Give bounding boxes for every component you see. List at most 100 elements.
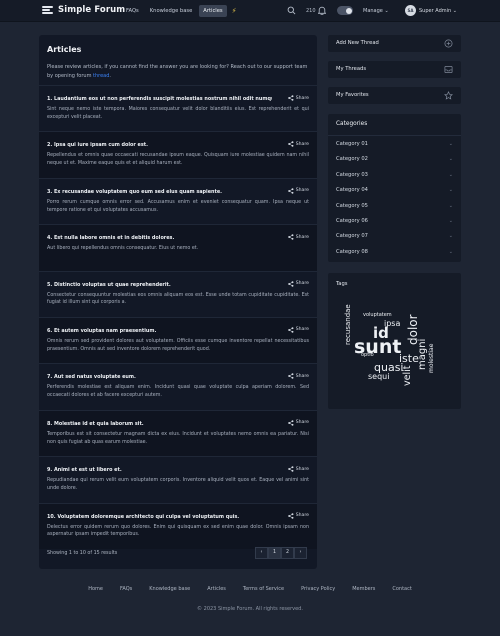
category-label: Category 07 bbox=[336, 233, 368, 240]
article-excerpt: Repudiandae qui rerum velit eum voluptat… bbox=[47, 478, 309, 491]
share-button[interactable]: Share bbox=[287, 327, 309, 333]
category-item[interactable]: Category 03 ⌄ bbox=[336, 172, 453, 178]
avatar[interactable]: SA bbox=[405, 5, 416, 16]
article-title[interactable]: 9. Animi et est ut libero et. bbox=[47, 467, 272, 473]
footer-link[interactable]: Members bbox=[352, 586, 375, 592]
category-item[interactable]: Category 07 ⌄ bbox=[336, 233, 453, 239]
share-icon bbox=[287, 95, 294, 101]
category-item[interactable]: Category 06 ⌄ bbox=[336, 218, 453, 224]
bolt-icon[interactable]: ⚡ bbox=[232, 7, 237, 15]
article-row[interactable]: 2. Ipsa qui iure ipsam cum dolor est. Sha… bbox=[39, 131, 317, 178]
category-item[interactable]: Category 05 ⌄ bbox=[336, 203, 453, 209]
share-button[interactable]: Share bbox=[287, 234, 309, 240]
footer-link[interactable]: Terms of Service bbox=[243, 586, 284, 592]
article-title[interactable]: 8. Molestiae id et quia laborum sit. bbox=[47, 421, 272, 427]
share-button[interactable]: Share bbox=[287, 280, 309, 287]
article-title[interactable]: 1. Laudantium eos ut non perferendis sus… bbox=[47, 96, 272, 102]
article-title[interactable]: 7. Aut sed natus voluptate eum. bbox=[47, 374, 272, 380]
share-label: Share bbox=[295, 95, 309, 101]
search-icon[interactable] bbox=[287, 6, 296, 15]
footer-link[interactable]: Knowledge base bbox=[149, 586, 190, 592]
share-icon bbox=[287, 234, 294, 240]
user-menu[interactable]: Super Admin ⌄ bbox=[419, 8, 457, 14]
chevron-down-icon: ⌄ bbox=[448, 187, 453, 194]
thread-link[interactable]: thread bbox=[93, 73, 109, 79]
manage-dropdown[interactable]: Manage ⌄ bbox=[363, 8, 389, 14]
theme-toggle[interactable] bbox=[337, 6, 353, 15]
copyright: © 2023 Simple Forum. All rights reserved… bbox=[197, 606, 303, 612]
tag-recusandae[interactable]: recusandae bbox=[344, 304, 352, 345]
tag-voluptatem[interactable]: voluptatem bbox=[363, 313, 392, 318]
share-icon bbox=[287, 373, 294, 380]
footer-links: Home FAQs Knowledge base Articles Terms of S… bbox=[0, 586, 500, 592]
article-row[interactable]: 3. Ex recusandae voluptatem quo eum sed … bbox=[39, 177, 317, 224]
article-row[interactable]: 6. Et autem voluptas nam praesentium. Sha… bbox=[39, 316, 317, 364]
category-item[interactable]: Category 04 ⌄ bbox=[336, 187, 453, 193]
article-row[interactable]: 4. Est nulla labore omnis et in debitis … bbox=[39, 224, 317, 271]
share-label: Share bbox=[295, 327, 309, 333]
chevron-down-icon: ⌄ bbox=[448, 218, 453, 224]
tag-velit[interactable]: velit bbox=[402, 366, 413, 386]
my-favorites-label: My Favorites bbox=[336, 92, 369, 98]
share-button[interactable]: Share bbox=[287, 512, 309, 519]
article-title[interactable]: 10. Voluptatem doloremque architecto qui… bbox=[47, 514, 272, 520]
chevron-down-icon: ⌄ bbox=[448, 156, 453, 163]
pagination-page-1[interactable]: 1 bbox=[268, 547, 281, 559]
brand-logo[interactable]: Simple Forum bbox=[42, 5, 125, 15]
tag-sequi[interactable]: sequi bbox=[368, 373, 389, 381]
article-row[interactable]: 10. Voluptatem doloremque architecto qui… bbox=[39, 502, 317, 549]
my-threads-button[interactable]: My Threads bbox=[328, 61, 461, 78]
article-row[interactable]: 9. Animi et est ut libero et. Share Repudi… bbox=[39, 456, 317, 502]
share-label: Share bbox=[295, 466, 309, 472]
tag-optio[interactable]: optio bbox=[361, 353, 374, 358]
article-row[interactable]: 8. Molestiae id et quia laborum sit. Shar… bbox=[39, 409, 317, 457]
footer-link[interactable]: FAQs bbox=[120, 586, 132, 592]
chevron-down-icon: ⌄ bbox=[448, 202, 453, 209]
category-item[interactable]: Category 01 ⌄ bbox=[336, 141, 453, 147]
nav-knowledge-base[interactable]: Knowledge base bbox=[146, 5, 197, 17]
share-label: Share bbox=[295, 141, 309, 147]
footer-link[interactable]: Contact bbox=[392, 586, 411, 592]
share-button[interactable]: Share bbox=[287, 188, 309, 194]
share-icon bbox=[287, 280, 294, 287]
pagination-prev[interactable]: ‹ bbox=[255, 547, 268, 559]
nav-articles[interactable]: Articles bbox=[199, 5, 227, 17]
nav-faqs[interactable]: FAQs bbox=[122, 5, 143, 17]
category-item[interactable]: Category 02 ⌄ bbox=[336, 156, 453, 162]
categories-panel: Categories Category 01 ⌄ Category 02 ⌄ Categ… bbox=[328, 114, 461, 262]
tag-molestiae[interactable]: molestiae bbox=[428, 344, 435, 373]
footer-link[interactable]: Articles bbox=[207, 586, 226, 592]
share-icon bbox=[287, 512, 294, 519]
notification-count: 210 bbox=[306, 8, 316, 14]
share-label: Share bbox=[295, 188, 309, 194]
share-button[interactable]: Share bbox=[287, 95, 309, 101]
article-row[interactable]: 1. Laudantium eos ut non perferendis sus… bbox=[39, 85, 317, 131]
footer-link[interactable]: Home bbox=[88, 586, 103, 592]
article-title[interactable]: 4. Est nulla labore omnis et in debitis … bbox=[47, 235, 272, 241]
share-button[interactable]: Share bbox=[287, 141, 309, 148]
pagination: ‹ 1 2 › bbox=[255, 547, 307, 559]
article-title[interactable]: 5. Distinctio voluptas ut quae reprehend… bbox=[47, 282, 272, 288]
article-row[interactable]: 7. Aut sed natus voluptate eum. Share Perf… bbox=[39, 363, 317, 409]
tag-magni[interactable]: magni bbox=[417, 339, 428, 370]
article-title[interactable]: 6. Et autem voluptas nam praesentium. bbox=[47, 328, 272, 334]
share-icon bbox=[287, 188, 294, 194]
share-button[interactable]: Share bbox=[287, 419, 309, 426]
pagination-next[interactable]: › bbox=[294, 547, 307, 559]
pagination-page-2[interactable]: 2 bbox=[281, 547, 294, 559]
my-favorites-button[interactable]: My Favorites bbox=[328, 87, 461, 104]
category-item[interactable]: Category 08 ⌄ bbox=[336, 249, 453, 255]
top-navigation-bar: Simple Forum FAQs Knowledge base Article… bbox=[0, 0, 500, 22]
article-row[interactable]: 5. Distinctio voluptas ut quae reprehend… bbox=[39, 270, 317, 317]
share-icon bbox=[287, 466, 294, 472]
share-button[interactable]: Share bbox=[287, 373, 309, 380]
chevron-down-icon: ⌄ bbox=[452, 8, 457, 14]
share-button[interactable]: Share bbox=[287, 466, 309, 472]
article-excerpt: Delectus error quidem rerum quo dolores.… bbox=[47, 524, 309, 538]
article-title[interactable]: 2. Ipsa qui iure ipsam cum dolor est. bbox=[47, 142, 272, 148]
article-title[interactable]: 3. Ex recusandae voluptatem quo eum sed … bbox=[47, 189, 272, 195]
bell-icon[interactable] bbox=[318, 6, 326, 15]
chevron-down-icon: ⌄ bbox=[448, 248, 453, 255]
footer-link[interactable]: Privacy Policy bbox=[301, 586, 335, 592]
add-thread-button[interactable]: Add New Thread bbox=[328, 35, 461, 52]
